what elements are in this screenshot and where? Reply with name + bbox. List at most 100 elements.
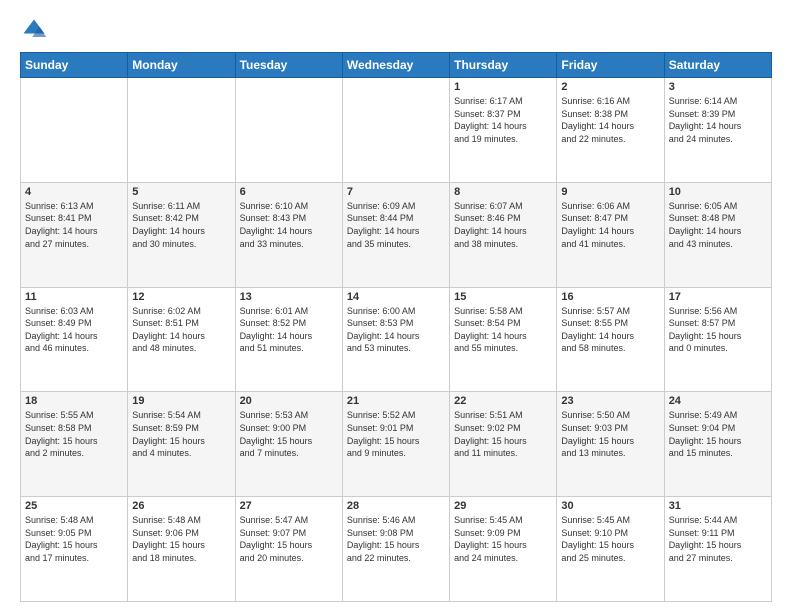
day-number: 27 — [240, 500, 338, 512]
day-number: 3 — [669, 81, 767, 93]
calendar-cell: 23 Sunrise: 5:50 AM Sunset: 9:03 PM Dayli… — [557, 392, 664, 497]
calendar-cell: 29 Sunrise: 5:45 AM Sunset: 9:09 PM Dayli… — [450, 497, 557, 602]
calendar-cell: 27 Sunrise: 5:47 AM Sunset: 9:07 PM Dayli… — [235, 497, 342, 602]
day-info: Sunrise: 5:54 AM Sunset: 8:59 PM Dayligh… — [132, 409, 230, 459]
day-number: 17 — [669, 291, 767, 303]
day-info: Sunrise: 6:05 AM Sunset: 8:48 PM Dayligh… — [669, 200, 767, 250]
calendar-table: SundayMondayTuesdayWednesdayThursdayFrid… — [20, 52, 772, 602]
day-number: 19 — [132, 395, 230, 407]
calendar-cell: 6 Sunrise: 6:10 AM Sunset: 8:43 PM Daylig… — [235, 182, 342, 287]
calendar-cell — [21, 78, 128, 183]
day-info: Sunrise: 5:51 AM Sunset: 9:02 PM Dayligh… — [454, 409, 552, 459]
calendar-cell: 19 Sunrise: 5:54 AM Sunset: 8:59 PM Dayli… — [128, 392, 235, 497]
day-info: Sunrise: 6:09 AM Sunset: 8:44 PM Dayligh… — [347, 200, 445, 250]
day-info: Sunrise: 5:58 AM Sunset: 8:54 PM Dayligh… — [454, 305, 552, 355]
day-number: 11 — [25, 291, 123, 303]
day-number: 9 — [561, 186, 659, 198]
day-number: 31 — [669, 500, 767, 512]
day-info: Sunrise: 6:11 AM Sunset: 8:42 PM Dayligh… — [132, 200, 230, 250]
day-info: Sunrise: 6:14 AM Sunset: 8:39 PM Dayligh… — [669, 95, 767, 145]
calendar-cell: 24 Sunrise: 5:49 AM Sunset: 9:04 PM Dayli… — [664, 392, 771, 497]
header — [20, 16, 772, 44]
day-number: 23 — [561, 395, 659, 407]
day-number: 21 — [347, 395, 445, 407]
day-number: 4 — [25, 186, 123, 198]
page: SundayMondayTuesdayWednesdayThursdayFrid… — [0, 0, 792, 612]
day-number: 30 — [561, 500, 659, 512]
calendar-cell: 14 Sunrise: 6:00 AM Sunset: 8:53 PM Dayli… — [342, 287, 449, 392]
day-header-thursday: Thursday — [450, 53, 557, 78]
calendar-week-row: 18 Sunrise: 5:55 AM Sunset: 8:58 PM Dayli… — [21, 392, 772, 497]
calendar-cell: 5Sunrise: 6:11 AM Sunset: 8:42 PM Daylig… — [128, 182, 235, 287]
calendar-cell: 13Sunrise: 6:01 AM Sunset: 8:52 PM Dayli… — [235, 287, 342, 392]
calendar-cell: 4 Sunrise: 6:13 AM Sunset: 8:41 PM Daylig… — [21, 182, 128, 287]
day-info: Sunrise: 5:46 AM Sunset: 9:08 PM Dayligh… — [347, 514, 445, 564]
calendar-header-row: SundayMondayTuesdayWednesdayThursdayFrid… — [21, 53, 772, 78]
day-number: 7 — [347, 186, 445, 198]
day-number: 22 — [454, 395, 552, 407]
calendar-week-row: 1Sunrise: 6:17 AM Sunset: 8:37 PM Daylig… — [21, 78, 772, 183]
day-header-tuesday: Tuesday — [235, 53, 342, 78]
calendar-week-row: 4 Sunrise: 6:13 AM Sunset: 8:41 PM Daylig… — [21, 182, 772, 287]
day-number: 10 — [669, 186, 767, 198]
day-info: Sunrise: 5:49 AM Sunset: 9:04 PM Dayligh… — [669, 409, 767, 459]
day-number: 6 — [240, 186, 338, 198]
day-number: 24 — [669, 395, 767, 407]
day-info: Sunrise: 5:45 AM Sunset: 9:10 PM Dayligh… — [561, 514, 659, 564]
calendar-cell: 3 Sunrise: 6:14 AM Sunset: 8:39 PM Daylig… — [664, 78, 771, 183]
day-number: 2 — [561, 81, 659, 93]
day-number: 20 — [240, 395, 338, 407]
calendar-cell: 2 Sunrise: 6:16 AM Sunset: 8:38 PM Daylig… — [557, 78, 664, 183]
calendar-cell: 31 Sunrise: 5:44 AM Sunset: 9:11 PM Dayli… — [664, 497, 771, 602]
calendar-cell — [342, 78, 449, 183]
calendar-cell: 22 Sunrise: 5:51 AM Sunset: 9:02 PM Dayli… — [450, 392, 557, 497]
calendar-cell — [235, 78, 342, 183]
day-info: Sunrise: 6:16 AM Sunset: 8:38 PM Dayligh… — [561, 95, 659, 145]
calendar-cell: 17Sunrise: 5:56 AM Sunset: 8:57 PM Dayli… — [664, 287, 771, 392]
calendar-week-row: 11 Sunrise: 6:03 AM Sunset: 8:49 PM Dayli… — [21, 287, 772, 392]
calendar-week-row: 25Sunrise: 5:48 AM Sunset: 9:05 PM Dayli… — [21, 497, 772, 602]
day-info: Sunrise: 5:48 AM Sunset: 9:05 PM Dayligh… — [25, 514, 123, 564]
day-info: Sunrise: 5:44 AM Sunset: 9:11 PM Dayligh… — [669, 514, 767, 564]
day-info: Sunrise: 6:07 AM Sunset: 8:46 PM Dayligh… — [454, 200, 552, 250]
day-info: Sunrise: 6:01 AM Sunset: 8:52 PM Dayligh… — [240, 305, 338, 355]
calendar-cell: 7 Sunrise: 6:09 AM Sunset: 8:44 PM Daylig… — [342, 182, 449, 287]
calendar-cell: 26Sunrise: 5:48 AM Sunset: 9:06 PM Dayli… — [128, 497, 235, 602]
calendar-cell: 11 Sunrise: 6:03 AM Sunset: 8:49 PM Dayli… — [21, 287, 128, 392]
day-info: Sunrise: 6:13 AM Sunset: 8:41 PM Dayligh… — [25, 200, 123, 250]
calendar-cell: 12 Sunrise: 6:02 AM Sunset: 8:51 PM Dayli… — [128, 287, 235, 392]
calendar-cell: 8 Sunrise: 6:07 AM Sunset: 8:46 PM Daylig… — [450, 182, 557, 287]
calendar-cell: 15 Sunrise: 5:58 AM Sunset: 8:54 PM Dayli… — [450, 287, 557, 392]
calendar-cell: 20 Sunrise: 5:53 AM Sunset: 9:00 PM Dayli… — [235, 392, 342, 497]
day-number: 29 — [454, 500, 552, 512]
day-info: Sunrise: 6:00 AM Sunset: 8:53 PM Dayligh… — [347, 305, 445, 355]
day-header-wednesday: Wednesday — [342, 53, 449, 78]
day-number: 15 — [454, 291, 552, 303]
day-info: Sunrise: 5:45 AM Sunset: 9:09 PM Dayligh… — [454, 514, 552, 564]
day-header-friday: Friday — [557, 53, 664, 78]
day-info: Sunrise: 5:52 AM Sunset: 9:01 PM Dayligh… — [347, 409, 445, 459]
day-header-saturday: Saturday — [664, 53, 771, 78]
calendar-cell: 28Sunrise: 5:46 AM Sunset: 9:08 PM Dayli… — [342, 497, 449, 602]
day-info: Sunrise: 5:57 AM Sunset: 8:55 PM Dayligh… — [561, 305, 659, 355]
day-number: 8 — [454, 186, 552, 198]
day-number: 18 — [25, 395, 123, 407]
day-info: Sunrise: 5:55 AM Sunset: 8:58 PM Dayligh… — [25, 409, 123, 459]
day-info: Sunrise: 6:02 AM Sunset: 8:51 PM Dayligh… — [132, 305, 230, 355]
calendar-cell: 9Sunrise: 6:06 AM Sunset: 8:47 PM Daylig… — [557, 182, 664, 287]
logo — [20, 16, 52, 44]
day-info: Sunrise: 5:48 AM Sunset: 9:06 PM Dayligh… — [132, 514, 230, 564]
day-info: Sunrise: 6:10 AM Sunset: 8:43 PM Dayligh… — [240, 200, 338, 250]
day-number: 12 — [132, 291, 230, 303]
day-info: Sunrise: 6:03 AM Sunset: 8:49 PM Dayligh… — [25, 305, 123, 355]
calendar-cell: 10 Sunrise: 6:05 AM Sunset: 8:48 PM Dayli… — [664, 182, 771, 287]
calendar-cell — [128, 78, 235, 183]
day-number: 16 — [561, 291, 659, 303]
day-info: Sunrise: 5:47 AM Sunset: 9:07 PM Dayligh… — [240, 514, 338, 564]
day-header-sunday: Sunday — [21, 53, 128, 78]
day-header-monday: Monday — [128, 53, 235, 78]
day-info: Sunrise: 5:53 AM Sunset: 9:00 PM Dayligh… — [240, 409, 338, 459]
day-number: 14 — [347, 291, 445, 303]
day-info: Sunrise: 5:50 AM Sunset: 9:03 PM Dayligh… — [561, 409, 659, 459]
calendar-cell: 25Sunrise: 5:48 AM Sunset: 9:05 PM Dayli… — [21, 497, 128, 602]
